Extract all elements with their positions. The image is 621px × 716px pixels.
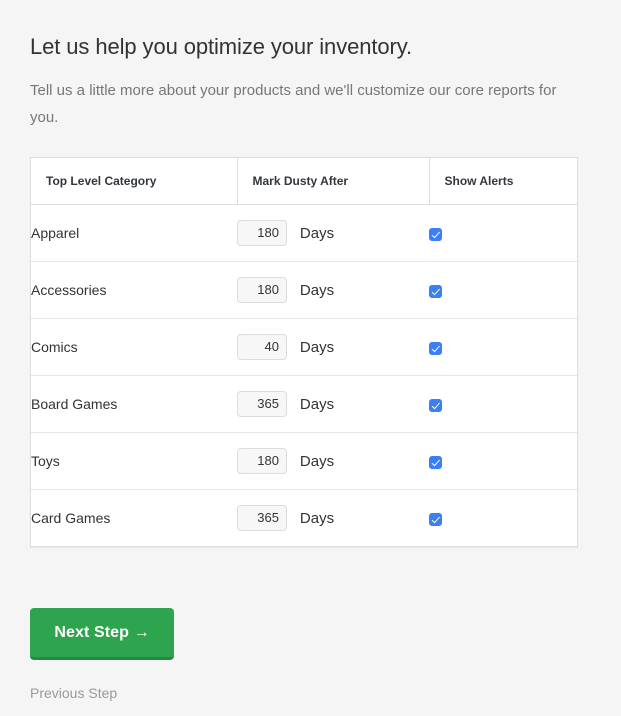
dusty-days-cell: Days — [237, 204, 429, 262]
category-name: Card Games — [31, 510, 111, 526]
show-alerts-checkbox[interactable] — [429, 341, 442, 355]
days-label: Days — [299, 338, 335, 356]
category-name: Comics — [31, 318, 237, 376]
category-name: Accessories — [31, 261, 237, 319]
dusty-days-cell: Days — [237, 432, 429, 490]
table-row: Toys Days — [31, 432, 577, 490]
table-row: Card Games Days — [31, 490, 577, 547]
dusty-days-input[interactable] — [237, 391, 287, 417]
dusty-days-cell: Days — [237, 261, 429, 319]
dusty-days-input[interactable] — [237, 448, 287, 474]
category-name: Board Games — [31, 375, 237, 433]
dusty-days-cell: Days — [237, 490, 429, 547]
table-row: Apparel Days — [31, 204, 577, 262]
days-label: Days — [299, 224, 335, 242]
dusty-days-cell: Days — [237, 375, 429, 433]
days-label: Days — [299, 452, 335, 470]
days-label: Days — [299, 509, 335, 527]
category-name: Toys — [31, 432, 237, 490]
table-row: Board Games Days — [31, 375, 577, 433]
days-label: Days — [299, 395, 335, 413]
dusty-days-input[interactable] — [237, 505, 287, 531]
table-row: Comics Days — [31, 318, 577, 376]
inventory-setup-page: Let us help you optimize your inventory.… — [0, 0, 621, 716]
wizard-actions: Next Step → Previous Step — [30, 608, 591, 703]
show-alerts-cell — [429, 204, 577, 262]
days-label: Days — [299, 281, 335, 299]
table-row: Accessories Days — [31, 261, 577, 319]
category-settings-table: Top Level Category Mark Dusty After Show… — [30, 157, 578, 547]
previous-step-link[interactable]: Previous Step — [30, 685, 117, 701]
table-body: Apparel Days Accessories Days — [31, 204, 577, 547]
show-alerts-checkbox[interactable] — [429, 455, 442, 469]
dusty-days-cell: Days — [237, 318, 429, 376]
dusty-days-input[interactable] — [237, 277, 287, 303]
show-alerts-checkbox[interactable] — [429, 227, 442, 241]
column-header-show-alerts: Show Alerts — [429, 158, 577, 205]
show-alerts-cell — [429, 261, 577, 319]
next-step-button[interactable]: Next Step → — [30, 608, 174, 660]
show-alerts-checkbox[interactable] — [429, 512, 442, 526]
show-alerts-checkbox[interactable] — [429, 398, 442, 412]
show-alerts-cell — [429, 375, 577, 433]
column-header-mark-dusty-after: Mark Dusty After — [237, 158, 430, 205]
show-alerts-checkbox[interactable] — [429, 284, 442, 298]
show-alerts-cell — [429, 490, 577, 547]
dusty-days-input[interactable] — [237, 220, 287, 246]
page-subtitle: Tell us a little more about your product… — [30, 82, 557, 126]
show-alerts-cell — [429, 318, 577, 376]
dusty-days-input[interactable] — [237, 334, 287, 360]
show-alerts-cell — [429, 432, 577, 490]
page-title: Let us help you optimize your inventory. — [30, 34, 413, 59]
column-header-top-level-category: Top Level Category — [31, 158, 238, 205]
category-name: Apparel — [31, 204, 237, 262]
table-header-row: Top Level Category Mark Dusty After Show… — [31, 158, 577, 205]
